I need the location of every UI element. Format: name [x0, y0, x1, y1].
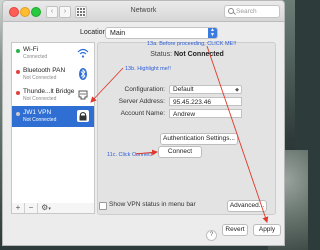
service-item-wifi[interactable]: Wi-Fi Connected — [12, 43, 94, 64]
server-address-label: Server Address: — [118, 98, 165, 105]
status-dot-gray — [16, 112, 20, 116]
annotation-13a: 13a. Before proceeding, CLICK ME!! — [147, 41, 237, 47]
advanced-button[interactable]: Advanced... — [227, 200, 267, 212]
location-select[interactable]: Main ▲ ▼ — [105, 27, 218, 39]
help-button[interactable]: ? — [206, 230, 217, 241]
service-list: Wi-Fi Connected Bluetooth PAN Not Connec… — [11, 42, 95, 204]
service-name: Bluetooth PAN — [23, 67, 66, 74]
gear-icon[interactable]: ⚙▾ — [38, 203, 54, 213]
service-item-jw1-vpn[interactable]: JW1 VPN Not Connected — [12, 106, 94, 127]
server-address-field[interactable]: 95.45.223.46 — [169, 97, 242, 106]
configuration-value: Default — [173, 86, 194, 93]
chevron-down-icon: ▾ — [48, 206, 51, 212]
remove-service-button[interactable]: − — [25, 203, 38, 213]
service-list-toolbar: + − ⚙▾ — [11, 203, 95, 214]
search-field[interactable]: Search — [224, 5, 280, 18]
annotation-11c: 11c. Click Connect — [107, 152, 153, 158]
service-item-bluetooth-pan[interactable]: Bluetooth PAN Not Connected — [12, 64, 94, 85]
status-dot-green — [16, 49, 20, 53]
location-value: Main — [110, 29, 126, 37]
service-status: Not Connected — [23, 117, 57, 123]
service-status: Not Connected — [23, 96, 57, 102]
wifi-icon — [77, 48, 89, 58]
service-name: Thunde...lt Bridge — [23, 88, 75, 95]
bluetooth-icon — [79, 68, 87, 80]
search-placeholder: Search — [236, 8, 257, 15]
revert-button[interactable]: Revert — [222, 224, 248, 236]
search-icon — [228, 8, 234, 14]
show-vpn-status-checkbox[interactable] — [99, 202, 107, 210]
status-value: Not Connected — [173, 51, 224, 58]
account-name-label: Account Name: — [120, 110, 165, 117]
configuration-label: Configuration: — [124, 86, 165, 93]
annotation-13b: 13b. Highlight me!! — [125, 66, 171, 72]
status-dot-red — [16, 91, 20, 95]
chevron-updown-icon: ▲ ▼ — [208, 28, 217, 38]
status-label: Status: — [150, 51, 173, 58]
ethernet-icon — [78, 90, 88, 100]
add-service-button[interactable]: + — [12, 203, 25, 213]
service-name: JW1 VPN — [23, 109, 52, 116]
service-name: Wi-Fi — [23, 46, 39, 53]
authentication-settings-button[interactable]: Authentication Settings... — [160, 133, 238, 145]
apply-button[interactable]: Apply — [253, 224, 281, 236]
show-vpn-status-label: Show VPN status in menu bar — [109, 201, 196, 208]
lock-icon — [77, 110, 89, 122]
title-bar: ‹ › Network Search — [3, 1, 284, 22]
service-status: Not Connected — [23, 75, 57, 81]
vpn-detail-pane — [97, 42, 276, 215]
service-status: Connected — [23, 54, 48, 60]
connect-button[interactable]: Connect — [158, 146, 202, 158]
chevron-updown-icon: ◆ — [235, 87, 239, 93]
configuration-select[interactable]: Default ◆ — [169, 85, 242, 94]
account-name-field[interactable]: Andrew — [169, 109, 242, 118]
status-dot-red — [16, 70, 20, 74]
service-item-thunderbolt-bridge[interactable]: Thunde...lt Bridge Not Connected — [12, 85, 94, 106]
status-row: Status: Not Connected — [102, 51, 272, 58]
